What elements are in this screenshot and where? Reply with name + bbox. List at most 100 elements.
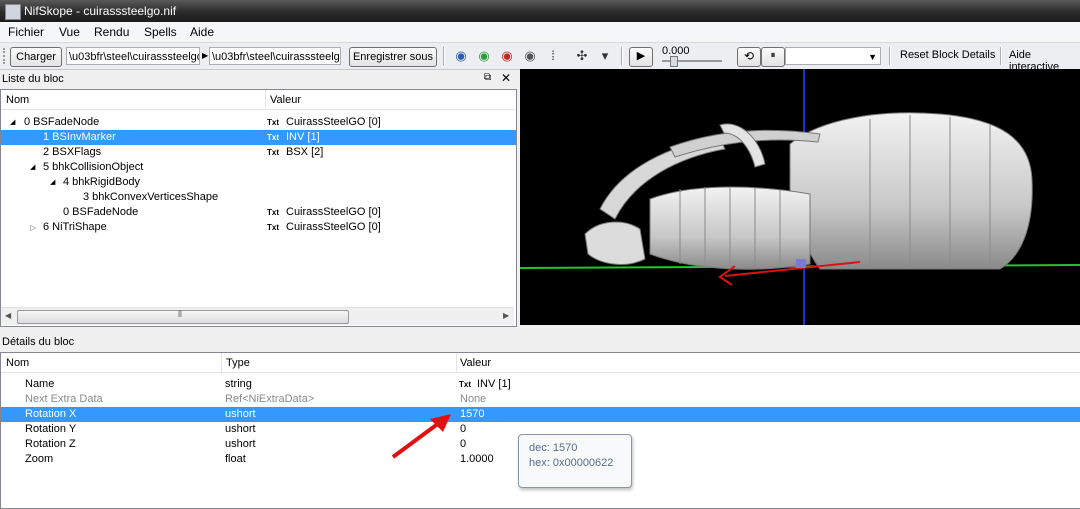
undock-icon[interactable]: ⧉ bbox=[484, 72, 491, 83]
column-value[interactable]: Valeur bbox=[460, 357, 491, 369]
tree-row-name: 6 NiTriShape bbox=[43, 221, 107, 233]
row-name: Rotation X bbox=[25, 408, 77, 420]
time-slider-handle[interactable] bbox=[670, 56, 678, 67]
toolbar: Charger \u03bfr\steel\cuirasssteelgo.nif… bbox=[0, 43, 1080, 73]
column-name[interactable]: Nom bbox=[6, 357, 29, 369]
tree-row[interactable]: ◢ 5 bhkCollisionObject bbox=[1, 160, 516, 175]
expand-arrow-icon[interactable]: ◢ bbox=[10, 115, 15, 130]
row-value[interactable]: 1570 bbox=[460, 407, 484, 422]
tree-row[interactable]: 0 BSFadeNode Txt CuirassSteelGO [0] bbox=[1, 205, 516, 220]
scroll-left-icon[interactable]: ◀ bbox=[5, 311, 11, 320]
row-name: Name bbox=[25, 378, 55, 390]
switch-button[interactable]: ⏸ bbox=[761, 47, 785, 67]
row-name: Rotation Y bbox=[25, 423, 77, 435]
tree-row-name: 5 bhkCollisionObject bbox=[43, 161, 144, 173]
eye-grey-icon[interactable]: ◉ bbox=[522, 48, 538, 64]
row-value[interactable]: None bbox=[460, 392, 486, 407]
close-icon[interactable]: ✕ bbox=[501, 71, 511, 85]
scroll-right-icon[interactable]: ▶ bbox=[503, 311, 509, 320]
toolbar-separator bbox=[443, 47, 445, 65]
render-viewport[interactable] bbox=[520, 69, 1080, 325]
row-value[interactable]: 1.0000 bbox=[460, 452, 494, 467]
axis-origin bbox=[796, 259, 806, 268]
tooltip-hex: hex: 0x00000622 bbox=[529, 457, 614, 469]
row-type: float bbox=[225, 453, 246, 465]
reset-block-details-button[interactable]: Reset Block Details bbox=[900, 49, 995, 61]
row-type: ushort bbox=[225, 423, 256, 435]
menu-vue[interactable]: Vue bbox=[59, 25, 80, 39]
column-name[interactable]: Nom bbox=[6, 94, 29, 106]
scrollbar-thumb[interactable]: ⦀ bbox=[17, 309, 349, 324]
row-value[interactable]: INV [1] bbox=[477, 377, 511, 392]
row-name: Zoom bbox=[25, 453, 54, 465]
toolbar-separator bbox=[621, 47, 623, 65]
table-row[interactable]: Name string Txt INV [1] bbox=[1, 377, 1080, 392]
annotation-arrow bbox=[391, 414, 451, 459]
txt-icon: Txt bbox=[267, 118, 279, 127]
menu-fichier[interactable]: Fichier bbox=[8, 25, 44, 39]
tree-row-value: INV [1] bbox=[286, 131, 320, 143]
expand-arrow-icon[interactable]: ◢ bbox=[50, 175, 55, 190]
expand-arrow-icon[interactable]: ▷ bbox=[30, 220, 36, 235]
tree-row[interactable]: ▷ 6 NiTriShape Txt CuirassSteelGO [0] bbox=[1, 220, 516, 235]
title-bar: NifSkope - cuirasssteelgo.nif bbox=[0, 0, 1080, 22]
chevron-right-icon[interactable]: ▶ bbox=[202, 51, 208, 60]
menu-aide[interactable]: Aide bbox=[190, 25, 214, 39]
cuirass-model bbox=[584, 112, 1033, 270]
row-value[interactable]: 0 bbox=[460, 422, 466, 437]
load-button[interactable]: Charger bbox=[10, 47, 62, 67]
play-button[interactable]: ▶ bbox=[629, 47, 653, 67]
menu-bar: Fichier Vue Rendu Spells Aide bbox=[0, 22, 1080, 43]
horizontal-scrollbar[interactable]: ◀ ⦀ ▶ bbox=[1, 307, 514, 325]
tree-row-name: 0 BSFadeNode bbox=[24, 116, 100, 128]
app-icon bbox=[5, 4, 21, 20]
column-type[interactable]: Type bbox=[226, 357, 250, 369]
row-type: string bbox=[225, 378, 252, 390]
tree-row[interactable]: 2 BSXFlags Txt BSX [2] bbox=[1, 145, 516, 160]
tree-row-name: 0 BSFadeNode bbox=[63, 206, 139, 218]
tree-row[interactable]: ◢ 0 BSFadeNode Txt CuirassSteelGO [0] bbox=[1, 115, 516, 130]
tree-row-name: 2 BSXFlags bbox=[43, 146, 102, 158]
menu-spells[interactable]: Spells bbox=[144, 25, 177, 39]
tree-row-value: CuirassSteelGO [0] bbox=[286, 116, 381, 128]
tree-row[interactable]: ◢ 4 bhkRigidBody bbox=[1, 175, 516, 190]
load-path-field[interactable]: \u03bfr\steel\cuirasssteelgo.nif bbox=[66, 47, 200, 65]
table-row-selected[interactable]: Rotation X ushort 1570 bbox=[1, 407, 1080, 422]
chevron-down-icon[interactable]: ▾ bbox=[597, 48, 613, 64]
save-path-field[interactable]: \u03bfr\steel\cuirasssteelgo.nif bbox=[209, 47, 341, 65]
tree-row-name: 1 BSInvMarker bbox=[43, 131, 116, 143]
eye-blue-icon[interactable]: ◉ bbox=[453, 48, 469, 64]
block-details-header: Détails du bloc bbox=[0, 333, 1080, 351]
row-name: Next Extra Data bbox=[25, 393, 103, 405]
row-type: ushort bbox=[225, 438, 256, 450]
tree-row[interactable]: 3 bhkConvexVerticesShape bbox=[1, 190, 516, 205]
tree-row-value: CuirassSteelGO [0] bbox=[286, 206, 381, 218]
block-details-column-header: Nom Type Valeur bbox=[1, 353, 1080, 373]
window-title: NifSkope - cuirasssteelgo.nif bbox=[24, 4, 177, 18]
row-value[interactable]: 0 bbox=[460, 437, 466, 452]
txt-icon: Txt bbox=[459, 380, 471, 389]
tree-row-selected[interactable]: 1 BSInvMarker Txt INV [1] bbox=[1, 130, 516, 145]
tree-row-value: CuirassSteelGO [0] bbox=[286, 221, 381, 233]
block-list-tree[interactable]: Nom Valeur ◢ 0 BSFadeNode Txt CuirassSte… bbox=[0, 89, 517, 327]
eye-red-icon[interactable]: ◉ bbox=[499, 48, 515, 64]
expand-arrow-icon[interactable]: ◢ bbox=[30, 160, 35, 175]
footprints-icon[interactable]: ⁞ bbox=[545, 48, 561, 64]
save-as-button[interactable]: Enregistrer sous bbox=[349, 47, 437, 67]
animation-select[interactable]: ▼ bbox=[785, 47, 881, 65]
axes-icon[interactable]: ✣ bbox=[574, 48, 590, 64]
toolbar-separator bbox=[1000, 47, 1002, 65]
menu-rendu[interactable]: Rendu bbox=[94, 25, 129, 39]
block-list-header: Liste du bloc ⧉ ✕ bbox=[0, 70, 518, 88]
column-value[interactable]: Valeur bbox=[270, 94, 301, 106]
row-type: Ref<NiExtraData> bbox=[225, 393, 315, 405]
txt-icon: Txt bbox=[267, 223, 279, 232]
tree-row-name: 4 bhkRigidBody bbox=[63, 176, 141, 188]
tree-row-value: BSX [2] bbox=[286, 146, 324, 158]
toolbar-separator bbox=[889, 47, 891, 65]
dropdown-arrow-icon: ▼ bbox=[868, 52, 877, 62]
loop-button[interactable]: ⟲ bbox=[737, 47, 761, 67]
row-name: Rotation Z bbox=[25, 438, 76, 450]
eye-green-icon[interactable]: ◉ bbox=[476, 48, 492, 64]
table-row[interactable]: Next Extra Data Ref<NiExtraData> None bbox=[1, 392, 1080, 407]
